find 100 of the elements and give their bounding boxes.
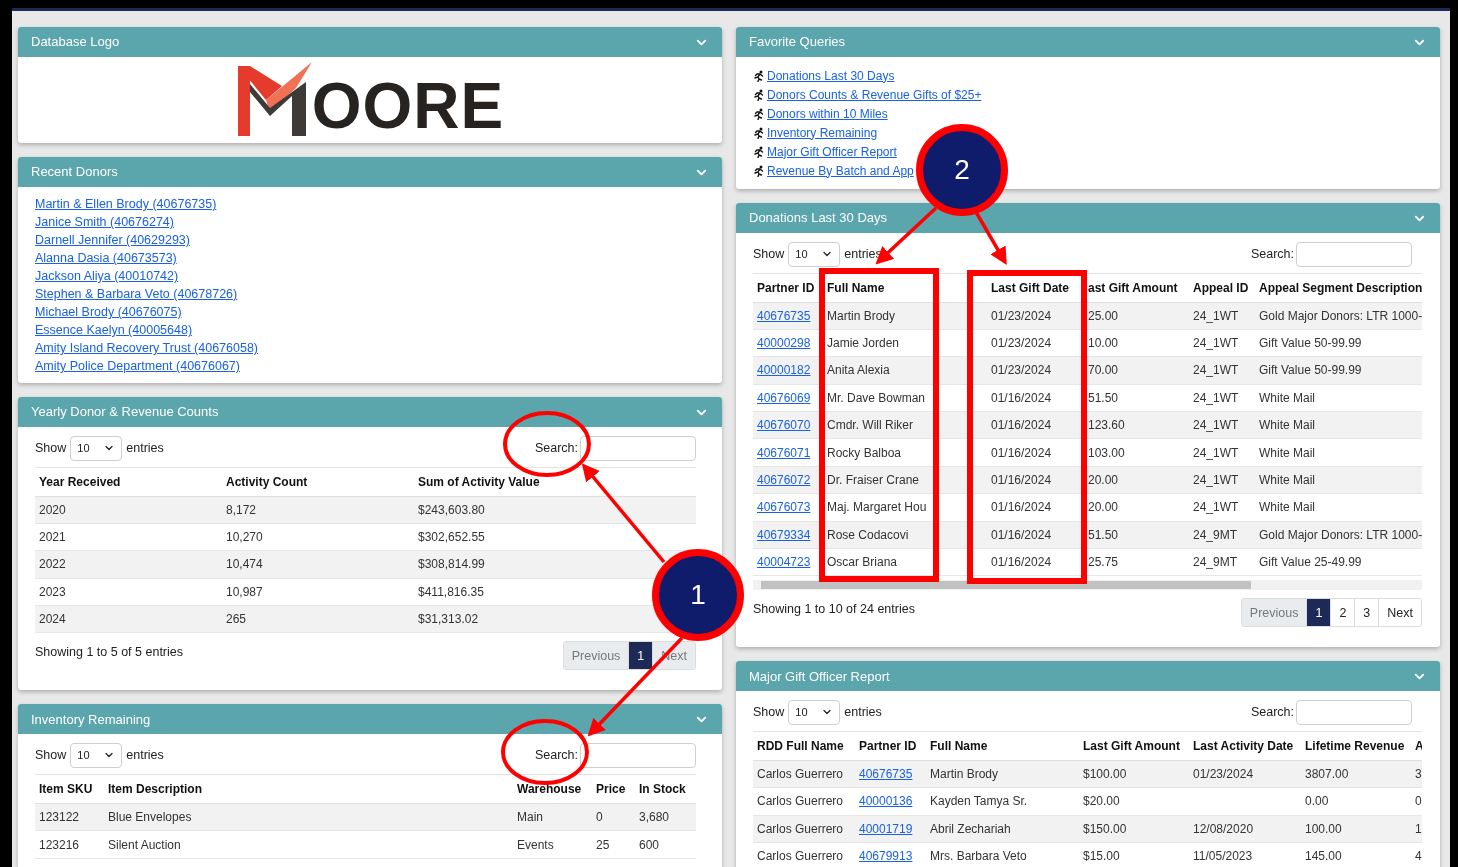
table-cell: $15.00 [1083, 849, 1120, 864]
query-link[interactable]: Donations Last 30 Days [767, 66, 895, 85]
table-cell: $302,652.55 [418, 530, 485, 545]
column-header[interactable]: Appeal ID [1189, 274, 1255, 302]
table-cell: Cmdr. Will Riker [827, 418, 913, 433]
table-cell: 0 [596, 810, 603, 825]
running-figure-icon [753, 107, 765, 120]
table-info-text: Showing 1 to 10 of 24 entries [753, 601, 915, 619]
table-cell: 20.00 [1088, 500, 1119, 515]
query-link[interactable]: Donors Counts & Revenue Gifts of $25+ [767, 85, 982, 104]
column-header[interactable]: Last Activity Date [1189, 732, 1301, 761]
search-field[interactable] [580, 742, 696, 768]
donor-link[interactable]: Stephen & Barbara Veto (40678726) [35, 285, 238, 303]
search-field[interactable] [1296, 241, 1412, 267]
partner-id-link[interactable]: 40676735 [757, 308, 811, 323]
table-cell: 11/05/2023 [1193, 849, 1253, 864]
table-cell: Kayden Tamya Sr. [930, 794, 1028, 809]
column-header[interactable]: Price [592, 775, 635, 804]
column-header[interactable]: Appeal Segment Description [1255, 274, 1422, 302]
partner-id-link[interactable]: 40676735 [859, 767, 913, 782]
panel-title: Database Logo [31, 33, 120, 52]
running-figure-icon [753, 164, 765, 177]
column-header[interactable]: Activity Count [222, 468, 414, 496]
show-label: Show [753, 245, 785, 263]
table-cell: Main [517, 810, 543, 825]
table-cell: Martin Brody [930, 767, 999, 782]
table-cell: 24_9MT [1193, 555, 1238, 570]
partner-id-link[interactable]: 40000182 [757, 363, 811, 378]
table-cell: 24_1WT [1193, 363, 1239, 378]
donor-link[interactable]: Alanna Dasia (40673573) [35, 249, 177, 267]
query-link[interactable]: Donors within 10 Miles [767, 104, 888, 123]
partner-id-link[interactable]: 40004723 [757, 555, 811, 570]
column-header[interactable]: Full Name [823, 274, 987, 302]
horizontal-scrollbar[interactable] [753, 580, 1422, 591]
column-header[interactable]: RDD Full Name [753, 732, 855, 761]
column-header[interactable]: Full Name [926, 732, 1079, 761]
query-link[interactable]: Revenue By Batch and App [767, 161, 914, 180]
table-cell: 3807.00 [1305, 767, 1349, 782]
table-cell: 123.60 [1088, 418, 1125, 433]
table-cell: Maj. Margaret Hou [827, 500, 927, 515]
column-header[interactable]: Lifetime Revenue [1301, 732, 1411, 761]
query-link[interactable]: Major Gift Officer Report [767, 142, 897, 161]
page-button[interactable]: 1 [1306, 599, 1331, 627]
donor-link[interactable]: Janice Smith (40676274) [35, 213, 174, 231]
logo-text: OORE [311, 74, 505, 138]
column-header[interactable]: In Stock [635, 775, 696, 804]
table-cell: Events [517, 837, 554, 852]
donor-link[interactable]: Essence Kaelyn (40005648) [35, 321, 193, 339]
table-cell: Oscar Briana [827, 555, 898, 570]
column-header[interactable]: Sum of Activity Value [414, 468, 696, 496]
partner-id-link[interactable]: 40001719 [859, 821, 913, 836]
partner-id-link[interactable]: 40676072 [757, 473, 811, 488]
donor-link[interactable]: Darnell Jennifer (40629293) [35, 231, 190, 249]
donor-link[interactable]: Martin & Ellen Brody (40676735) [35, 195, 217, 213]
table-cell: $20.00 [1083, 794, 1120, 809]
partner-id-link[interactable]: 40679334 [757, 527, 811, 542]
column-header[interactable]: Year Received [35, 468, 222, 496]
partner-id-link[interactable]: 40000298 [757, 336, 811, 351]
show-label: Show [35, 747, 67, 765]
donor-link[interactable]: Amity Island Recovery Trust (40676058) [35, 339, 259, 357]
search-field[interactable] [580, 435, 696, 461]
donor-link[interactable]: Jackson Aliya (40010742) [35, 267, 179, 285]
partner-id-link[interactable]: 40676069 [757, 390, 811, 405]
search-field[interactable] [1296, 699, 1412, 725]
column-header[interactable]: Warehouse [513, 775, 592, 804]
partner-id-link[interactable]: 40676073 [757, 500, 811, 515]
partner-id-link[interactable]: 40676071 [757, 445, 811, 460]
donor-link[interactable]: Amity Police Department (40676067) [35, 357, 240, 375]
entries-label: entries [126, 439, 164, 457]
partner-id-link[interactable]: 40676070 [757, 418, 811, 433]
column-header[interactable]: Item Description [104, 775, 513, 804]
table-cell: 0.00 [1305, 794, 1329, 809]
table-cell: 600 [639, 837, 660, 852]
panel-title: Inventory Remaining [31, 710, 151, 729]
table-cell: Anita Alexia [827, 363, 890, 378]
column-header[interactable]: Item SKU [35, 775, 104, 804]
column-header[interactable]: Partner ID [855, 732, 926, 761]
table-cell: 01/16/2024 [991, 473, 1052, 488]
table-cell: 24_9MT [1193, 527, 1238, 542]
pager-nav-button[interactable]: Next [1378, 599, 1421, 627]
table-cell: 01/16/2024 [991, 390, 1052, 405]
page-size-select[interactable]: 10 [788, 699, 841, 725]
partner-id-link[interactable]: 40679913 [859, 849, 913, 864]
page-size-select[interactable]: 10 [70, 742, 123, 768]
table-cell: 01/23/2024 [1193, 767, 1254, 782]
table-cell: 20.00 [1088, 473, 1119, 488]
column-header[interactable]: ast Gift Amount [1084, 274, 1189, 302]
column-header[interactable]: Last Gift Date [987, 274, 1084, 302]
donor-link[interactable]: Michael Brody (40676075) [35, 303, 182, 321]
page-size-select[interactable]: 10 [70, 435, 123, 461]
query-link[interactable]: Inventory Remaining [767, 123, 878, 142]
show-label: Show [753, 704, 785, 722]
page-size-select[interactable]: 10 [788, 241, 841, 267]
table-cell: 24_1WT [1193, 418, 1239, 433]
partner-id-link[interactable]: 40000136 [859, 794, 913, 809]
table-cell: Gold Major Donors: LTR 1000- [1259, 527, 1422, 542]
page-button[interactable]: 1 [628, 642, 653, 670]
column-header[interactable]: Partner ID [753, 274, 823, 302]
table-cell: 01/16/2024 [991, 418, 1052, 433]
column-header[interactable]: Last Gift Amount [1079, 732, 1189, 761]
